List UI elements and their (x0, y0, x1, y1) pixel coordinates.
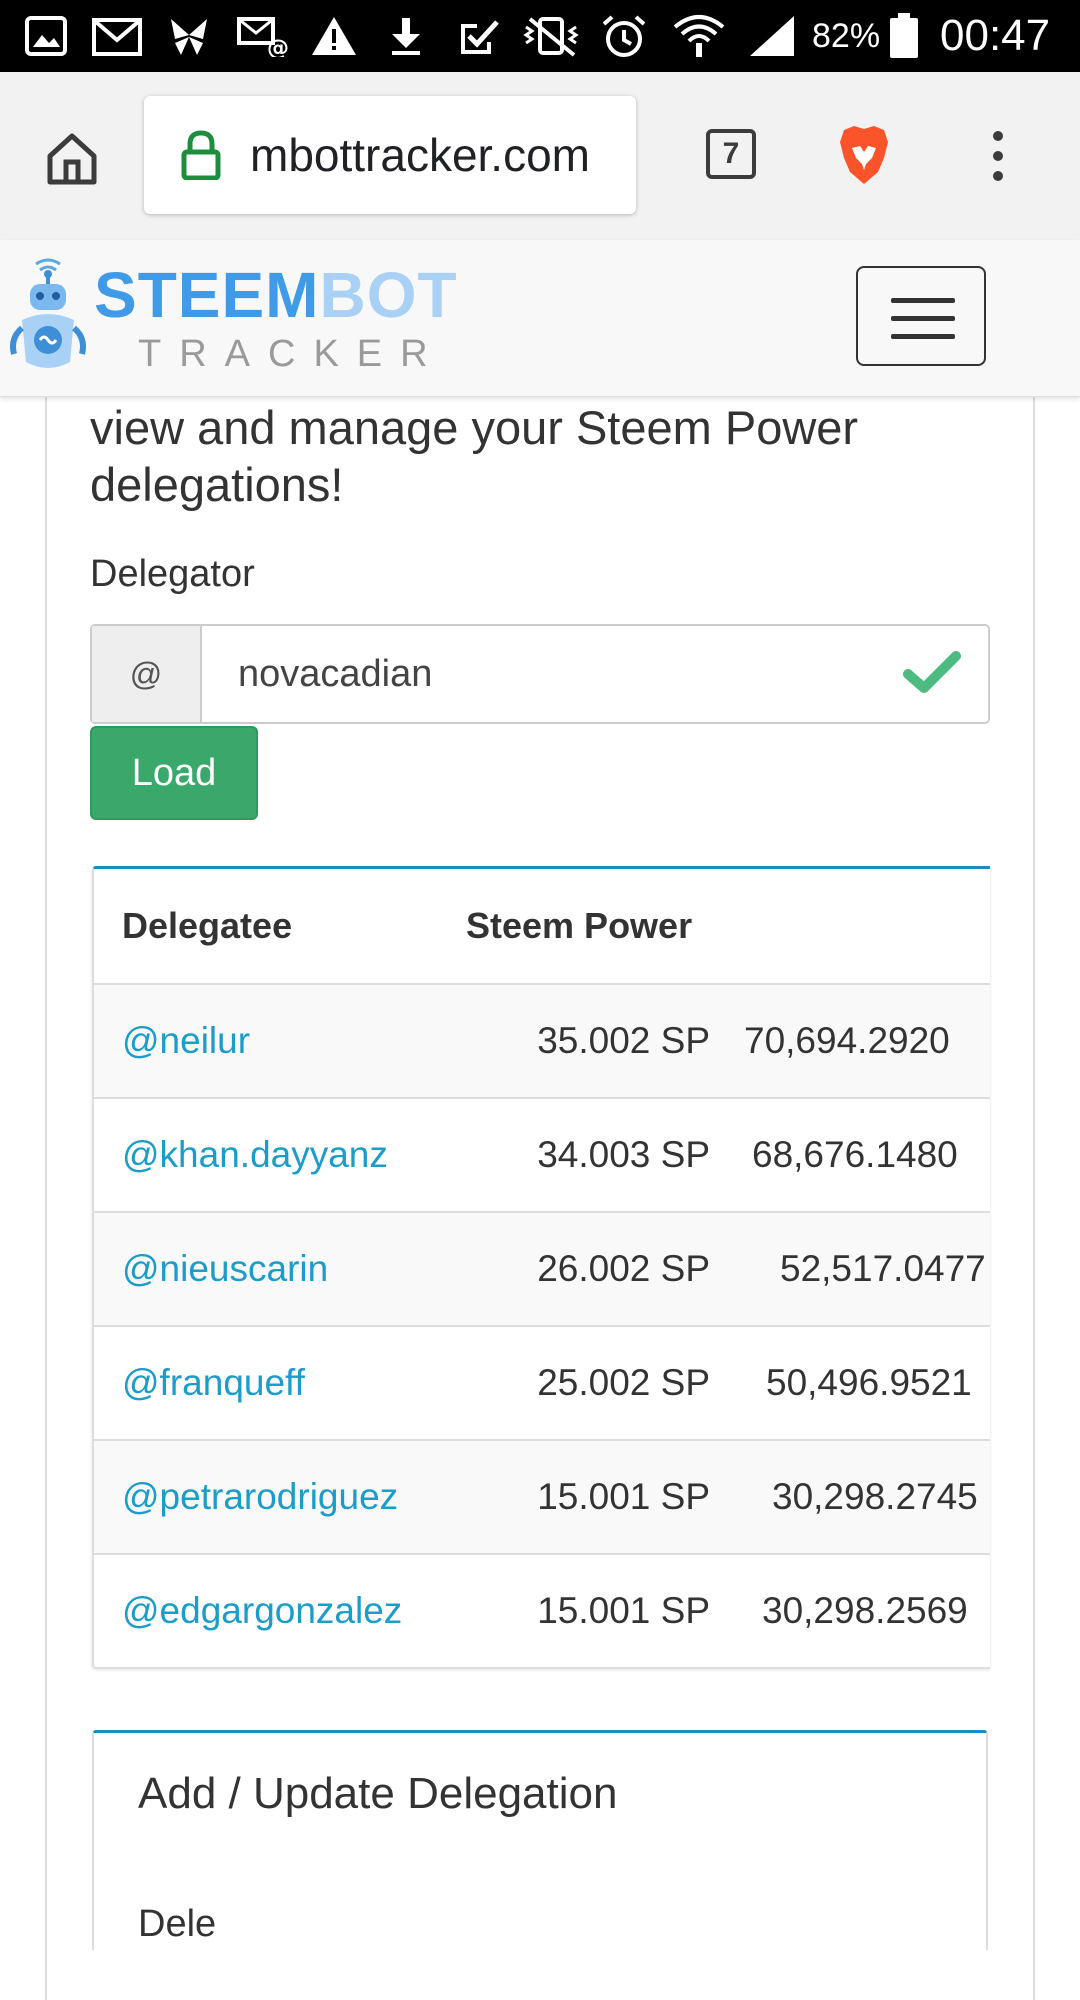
delegatee-field-label: Dele (138, 1903, 217, 1945)
lock-icon (180, 130, 222, 181)
gallery-icon (22, 14, 70, 58)
vibrate-icon (520, 14, 582, 58)
steem-power-value: 25.002 SP (537, 1362, 710, 1403)
delegatee-link[interactable]: @franqueff (122, 1327, 305, 1439)
table-row: @nieuscarin 26.002 SP 52,517.0477 (94, 1213, 990, 1327)
status-bar: @ 82% 00:47 (0, 0, 1080, 72)
delegatee-link[interactable]: @edgargonzalez (122, 1555, 402, 1667)
column-header-steem-power[interactable]: Steem Power (466, 869, 692, 983)
table-row: @edgargonzalez 15.001 SP 30,298.2569 (94, 1555, 990, 1667)
column-header-delegatee[interactable]: Delegatee (122, 869, 292, 983)
vests-value: 70,694.2920 (744, 1020, 950, 1061)
intro-text: view and manage your Steem Power delegat… (90, 401, 859, 511)
brand-tracker-text: TRACKER (138, 333, 446, 375)
steem-power-value: 26.002 SP (537, 1248, 710, 1289)
steem-power-value: 35.002 SP (537, 1020, 710, 1061)
hamburger-bar (891, 334, 955, 339)
brand-wordmark[interactable]: STEEMBOT (94, 260, 458, 330)
hamburger-bar (891, 316, 955, 321)
delegator-label: Delegator (90, 553, 255, 595)
svg-text:@: @ (267, 36, 289, 57)
delegatee-link[interactable]: @neilur (122, 985, 250, 1097)
wifi-icon (670, 14, 728, 58)
valid-check-icon (902, 648, 962, 698)
hamburger-menu-button[interactable] (856, 266, 986, 366)
mail-at-icon: @ (236, 14, 290, 58)
steem-power-value: 34.003 SP (537, 1134, 710, 1175)
add-update-delegation-panel: Add / Update Delegation Dele (92, 1730, 988, 1950)
panel-title: Add / Update Delegation (138, 1769, 618, 1818)
warning-icon (308, 14, 360, 58)
home-icon[interactable] (40, 126, 104, 190)
url-bar[interactable]: mbottracker.com (144, 96, 636, 214)
robot-logo-icon[interactable] (6, 258, 90, 386)
delegatee-link[interactable]: @petrarodriguez (122, 1441, 398, 1553)
more-vert-icon[interactable] (988, 128, 1008, 184)
browser-toolbar: mbottracker.com 7 (0, 72, 1080, 241)
alarm-icon (598, 14, 650, 58)
download-icon (384, 14, 428, 58)
at-addon: @ (92, 626, 202, 722)
delegatee-link[interactable]: @nieuscarin (122, 1213, 328, 1325)
delegator-input-group: @ novacadian (90, 624, 990, 724)
brave-lion-icon[interactable] (836, 124, 892, 186)
battery-percent: 82% (812, 17, 881, 55)
brand-steem-text: STEEM (94, 259, 320, 331)
battery-icon (886, 13, 922, 58)
brand-bot-text: BOT (319, 259, 458, 331)
delegator-input[interactable]: novacadian (238, 626, 432, 722)
clock: 00:47 (940, 11, 1051, 60)
butterfly-icon (164, 14, 214, 58)
site-navbar: STEEMBOT TRACKER (0, 240, 1080, 397)
vests-value: 30,298.2745 (772, 1476, 978, 1517)
table-row: @khan.dayyanz 34.003 SP 68,676.1480 (94, 1099, 990, 1213)
gmail-icon (90, 14, 144, 58)
table-row: @franqueff 25.002 SP 50,496.9521 (94, 1327, 990, 1441)
steem-power-value: 15.001 SP (537, 1590, 710, 1631)
steem-power-value: 15.001 SP (537, 1476, 710, 1517)
load-button[interactable]: Load (90, 726, 258, 820)
table-row: @petrarodriguez 15.001 SP 30,298.2745 (94, 1441, 990, 1555)
vests-value: 30,298.2569 (762, 1590, 968, 1631)
vests-value: 50,496.9521 (766, 1362, 972, 1403)
vests-value: 52,517.0477 (780, 1248, 986, 1289)
signal-icon (744, 14, 800, 58)
delegations-table: Delegatee Steem Power @neilur 35.002 SP … (92, 866, 990, 1669)
vests-value: 68,676.1480 (752, 1134, 958, 1175)
delegatee-link[interactable]: @khan.dayyanz (122, 1099, 388, 1211)
hamburger-icon (891, 298, 955, 303)
table-header: Delegatee Steem Power (94, 869, 990, 985)
table-row: @neilur 35.002 SP 70,694.2920 (94, 985, 990, 1099)
check-task-icon (454, 14, 504, 58)
url-text[interactable]: mbottracker.com (250, 96, 590, 214)
tab-switcher-button[interactable]: 7 (706, 129, 756, 179)
